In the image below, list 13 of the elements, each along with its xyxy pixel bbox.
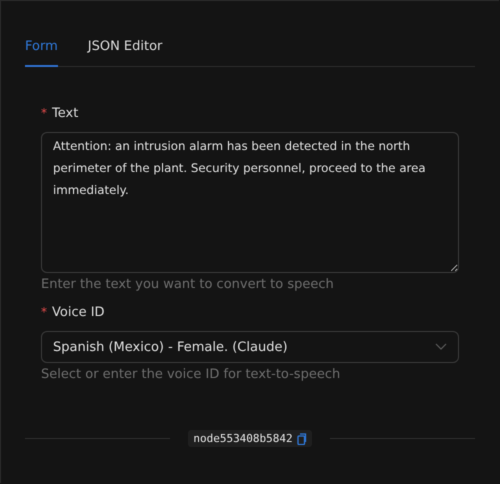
required-mark: *: [41, 106, 47, 120]
voice-select[interactable]: Spanish (Mexico) - Female. (Claude): [41, 331, 459, 363]
required-mark: *: [41, 305, 47, 319]
tab[interactable]: Form: [25, 31, 58, 67]
copy-icon[interactable]: [296, 432, 307, 444]
tab[interactable]: JSON Editor: [88, 31, 162, 67]
chevron-down-icon: [435, 343, 447, 351]
field-label: Voice ID: [52, 304, 105, 320]
text-area[interactable]: Attention: an intrusion alarm has been detected in the north perimeter of the plant. Security personnel, proceed to the area immediately.: [41, 132, 459, 273]
help-text: Select or enter the voice ID for text-to-speech: [41, 367, 342, 382]
node-id-chip: node553408b5842: [188, 430, 312, 447]
field-label: Text: [52, 106, 78, 120]
help-text: Enter the text you want to convert to speech: [41, 277, 335, 292]
